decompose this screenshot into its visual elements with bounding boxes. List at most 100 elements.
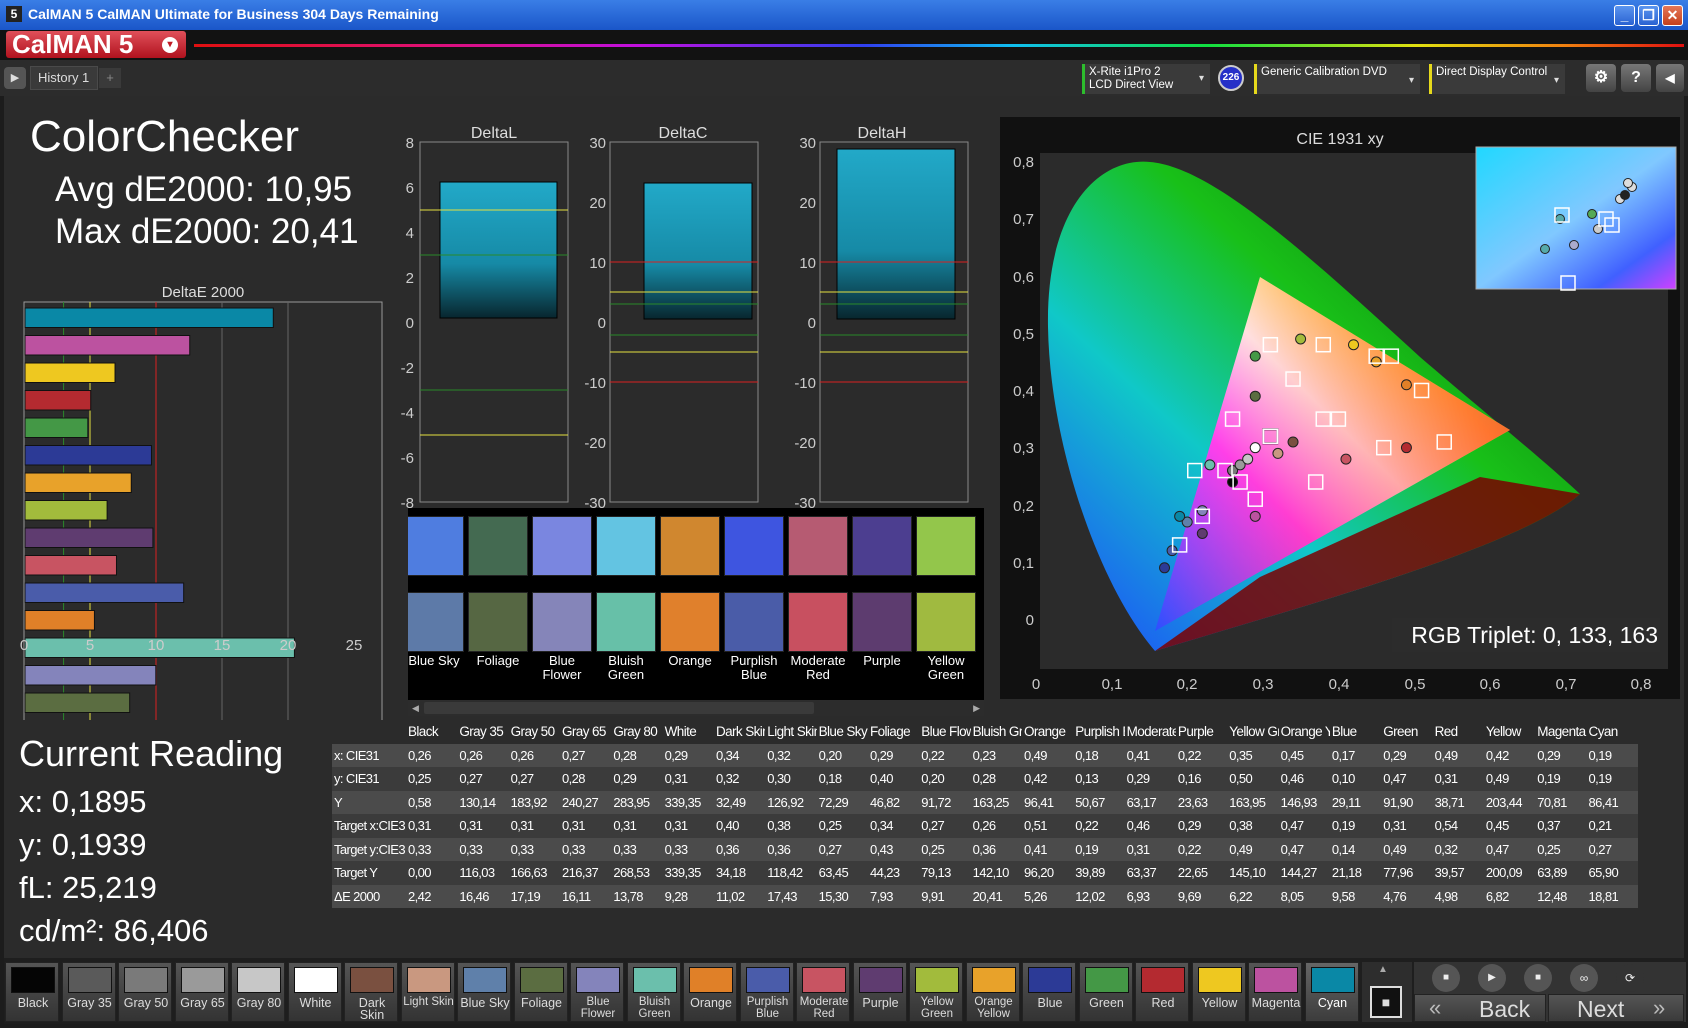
swatch-label: Gray 65 [180,996,225,1010]
back-button[interactable]: « Back [1414,994,1546,1022]
table-cell: 0,29 [1535,743,1587,767]
swatch-blue-flower[interactable]: Blue Flower [570,962,624,1022]
navigation-controls: ■ ▶ ■ ∞ ⟳ « Back Next » [1414,962,1686,1022]
table-cell: 0,42 [1021,767,1074,791]
record-icon[interactable]: ■ [1524,964,1552,992]
deltah-tick: 0 [808,315,816,332]
source-selector[interactable]: Generic Calibration DVD ▾ [1254,64,1420,94]
column-header: Black [406,720,458,744]
maximize-button[interactable]: ❐ [1638,5,1659,26]
cie-measured-point [1242,453,1254,465]
play-icon[interactable]: ▶ [1478,964,1506,992]
table-cell: 0,37 [1535,814,1587,838]
source-name: Generic Calibration DVD [1261,66,1387,78]
patch-pair[interactable]: Yellow Green [916,514,976,694]
table-cell: 0,33 [406,837,458,861]
deltac-tick: 10 [589,255,606,272]
calman-logo-menu[interactable]: CalMAN 5 ▾ [6,31,186,58]
close-button[interactable]: ✕ [1662,5,1683,26]
scrollbar-thumb[interactable] [424,702,814,714]
patch-target-color [724,592,784,652]
add-tab-button[interactable]: + [99,68,121,88]
swatch-orange[interactable]: Orange [683,962,737,1022]
display-selector[interactable]: Direct Display Control ▾ [1429,64,1565,94]
swatch-dark-skin[interactable]: Dark Skin [344,962,398,1022]
swatch-purplish-blue[interactable]: Purplish Blue [739,962,794,1022]
swatch-red[interactable]: Red [1135,962,1189,1022]
swatch-white[interactable]: White [287,962,342,1022]
up-arrow-icon[interactable]: ▲ [1378,964,1388,975]
cie-y-tick: 0,7 [1013,211,1034,228]
table-header-row: Black Gray 35 Gray 50 Gray 65 Gray 80 White Da… [332,720,1638,744]
table-cell: 0,14 [1329,837,1382,861]
deltae-chart-title: DeltaE 2000 [162,284,245,301]
patch-actual-color [916,516,976,576]
chevron-down-icon: ▾ [162,37,178,53]
table-cell: 203,44 [1483,790,1536,814]
settings-gear-icon[interactable]: ⚙ [1586,64,1616,92]
loop-icon[interactable]: ∞ [1570,964,1598,992]
help-icon[interactable]: ? [1621,64,1651,92]
swatch-gray-35[interactable]: Gray 35 [61,962,116,1022]
refresh-icon[interactable]: ⟳ [1616,964,1644,992]
swatch-light-skin[interactable]: Light Skin [400,962,455,1022]
patch-pair[interactable]: Purplish Blue [724,514,784,694]
table-cell: 163,95 [1227,790,1279,814]
swatch-green[interactable]: Green [1078,962,1133,1022]
table-cell: 0,33 [508,837,560,861]
swatch-blue[interactable]: Blue [1022,962,1076,1022]
swatch-yellow-green[interactable]: Yellow Green [909,962,963,1022]
swatch-black[interactable]: Black [5,962,59,1022]
scroll-left-icon[interactable]: ◀ [412,703,419,714]
swatch-gray-65[interactable]: Gray 65 [174,962,229,1022]
stop-icon[interactable]: ■ [1432,964,1460,992]
data-table: Black Gray 35 Gray 50 Gray 65 Gray 80 White Da… [332,720,1638,908]
deltah-chart: DeltaH 30 20 10 0 -10 -20 -30 [794,125,969,510]
tab-history-1[interactable]: History 1 [30,66,98,90]
next-button[interactable]: Next » [1548,994,1684,1022]
swatch-gray-80[interactable]: Gray 80 [231,962,285,1022]
patch-pair[interactable]: Bluish Green [596,514,656,694]
swatch-bluish-green[interactable]: Bluish Green [626,962,681,1022]
table-cell: 17,43 [765,884,817,908]
play-icon[interactable]: ▶ [4,67,26,89]
swatch-color-chip [1084,967,1129,993]
swatch-color-chip [237,967,281,993]
swatch-yellow[interactable]: Yellow [1191,962,1246,1022]
swatch-label: Cyan [1317,996,1348,1010]
patch-pair[interactable]: Purple [852,514,912,694]
column-header: Light Skin [765,720,817,744]
scroll-right-icon[interactable]: ▶ [973,703,980,714]
patch-label: Purplish Blue [730,653,778,682]
table-cell: 63,45 [816,861,868,885]
collapse-panel-icon[interactable]: ◀ [1656,64,1684,92]
swatch-moderate-red[interactable]: Moderate Red [796,962,850,1022]
avg-de2000: Avg dE2000: 10,95 [55,170,353,209]
swatch-color-chip [406,967,451,993]
swatch-cyan[interactable]: Cyan [1304,962,1359,1022]
row-label: Target Y [332,861,406,885]
swatch-orange-yellow[interactable]: Orange Yellow [965,962,1020,1022]
swatch-purple[interactable]: Purple [852,962,907,1022]
table-cell: 163,25 [970,790,1022,814]
patch-pair[interactable]: Orange [660,514,720,694]
patch-pair[interactable]: Moderate Red [788,514,848,694]
table-cell: 0,22 [1073,814,1125,838]
meter-selector[interactable]: X-Rite i1Pro 2 LCD Direct View ▾ [1082,64,1210,94]
meter-status-badge[interactable]: 226 [1218,65,1244,91]
meter-mode: LCD Direct View [1089,79,1174,91]
swatch-foliage[interactable]: Foliage [513,962,568,1022]
swatch-magenta[interactable]: Magenta [1248,962,1302,1022]
patch-scrollbar[interactable]: ◀ ▶ [408,700,984,716]
column-header: Purplish Blue [1073,720,1125,744]
table-cell: 126,92 [765,790,817,814]
minimize-button[interactable]: _ [1614,5,1635,26]
patch-pair[interactable]: Blue Flower [532,514,592,694]
table-cell: 0,46 [1278,767,1330,791]
patch-pair[interactable]: Blue Sky [408,514,464,694]
patch-pair[interactable]: Foliage [468,514,528,694]
cie-measured-point [1249,442,1261,454]
stop-button[interactable]: ■ [1370,986,1402,1018]
swatch-gray-50[interactable]: Gray 50 [118,962,172,1022]
swatch-blue-sky[interactable]: Blue Sky [457,962,511,1022]
